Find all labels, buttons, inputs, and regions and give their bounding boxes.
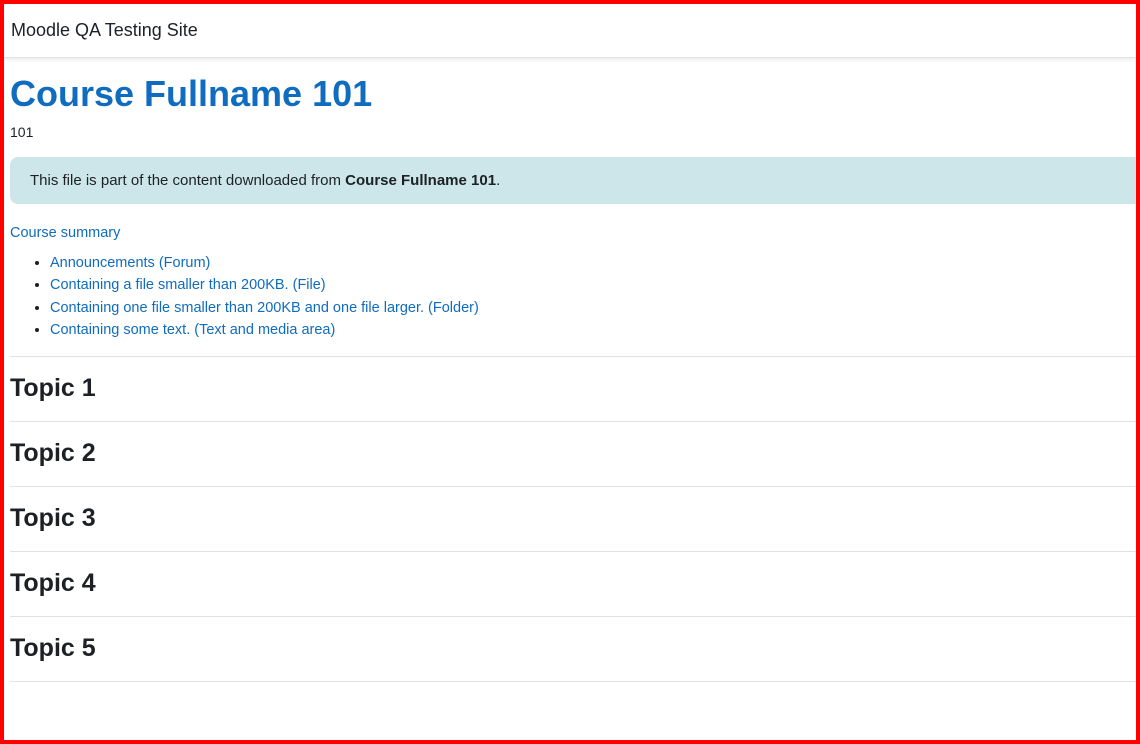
section-topic-4: Topic 4	[10, 550, 1136, 616]
section-title: Topic 4	[10, 569, 96, 598]
section-title: Topic 2	[10, 439, 96, 468]
section-topic-5: Topic 5	[10, 615, 1136, 682]
screenshot-frame: Moodle QA Testing Site Course Fullname 1…	[0, 0, 1140, 744]
activity-list: Announcements (Forum) Containing a file …	[10, 252, 1136, 342]
section-title: Topic 1	[10, 374, 96, 403]
course-sections: Topic 1 Topic 2 Topic 3 Topic 4 Topic 5	[10, 355, 1136, 682]
main-content: Course Fullname 101 101 This file is par…	[4, 74, 1136, 682]
list-item: Containing a file smaller than 200KB. (F…	[50, 274, 1136, 297]
section-topic-3: Topic 3	[10, 485, 1136, 551]
section-title: Topic 5	[10, 634, 96, 663]
course-summary-link[interactable]: Course summary	[10, 225, 120, 241]
activity-link-forum[interactable]: Announcements (Forum)	[50, 255, 210, 271]
course-shortname: 101	[10, 123, 34, 140]
activity-link-file[interactable]: Containing a file smaller than 200KB. (F…	[50, 277, 326, 293]
top-navbar: Moodle QA Testing Site	[4, 4, 1136, 58]
section-topic-1: Topic 1	[10, 355, 1136, 421]
activity-link-text-media[interactable]: Containing some text. (Text and media ar…	[50, 322, 335, 338]
notice-course-name: Course Fullname 101	[345, 171, 497, 189]
download-notice: This file is part of the content downloa…	[10, 156, 1136, 204]
list-item: Containing one file smaller than 200KB a…	[50, 297, 1136, 320]
activity-link-folder[interactable]: Containing one file smaller than 200KB a…	[50, 300, 479, 316]
list-item: Announcements (Forum)	[50, 252, 1136, 275]
site-name[interactable]: Moodle QA Testing Site	[11, 20, 198, 41]
section-topic-2: Topic 2	[10, 420, 1136, 486]
notice-text: This file is part of the content downloa…	[30, 171, 346, 189]
notice-suffix: .	[496, 171, 501, 189]
list-item: Containing some text. (Text and media ar…	[50, 319, 1136, 342]
course-title: Course Fullname 101	[10, 73, 373, 114]
section-title: Topic 3	[10, 504, 96, 533]
